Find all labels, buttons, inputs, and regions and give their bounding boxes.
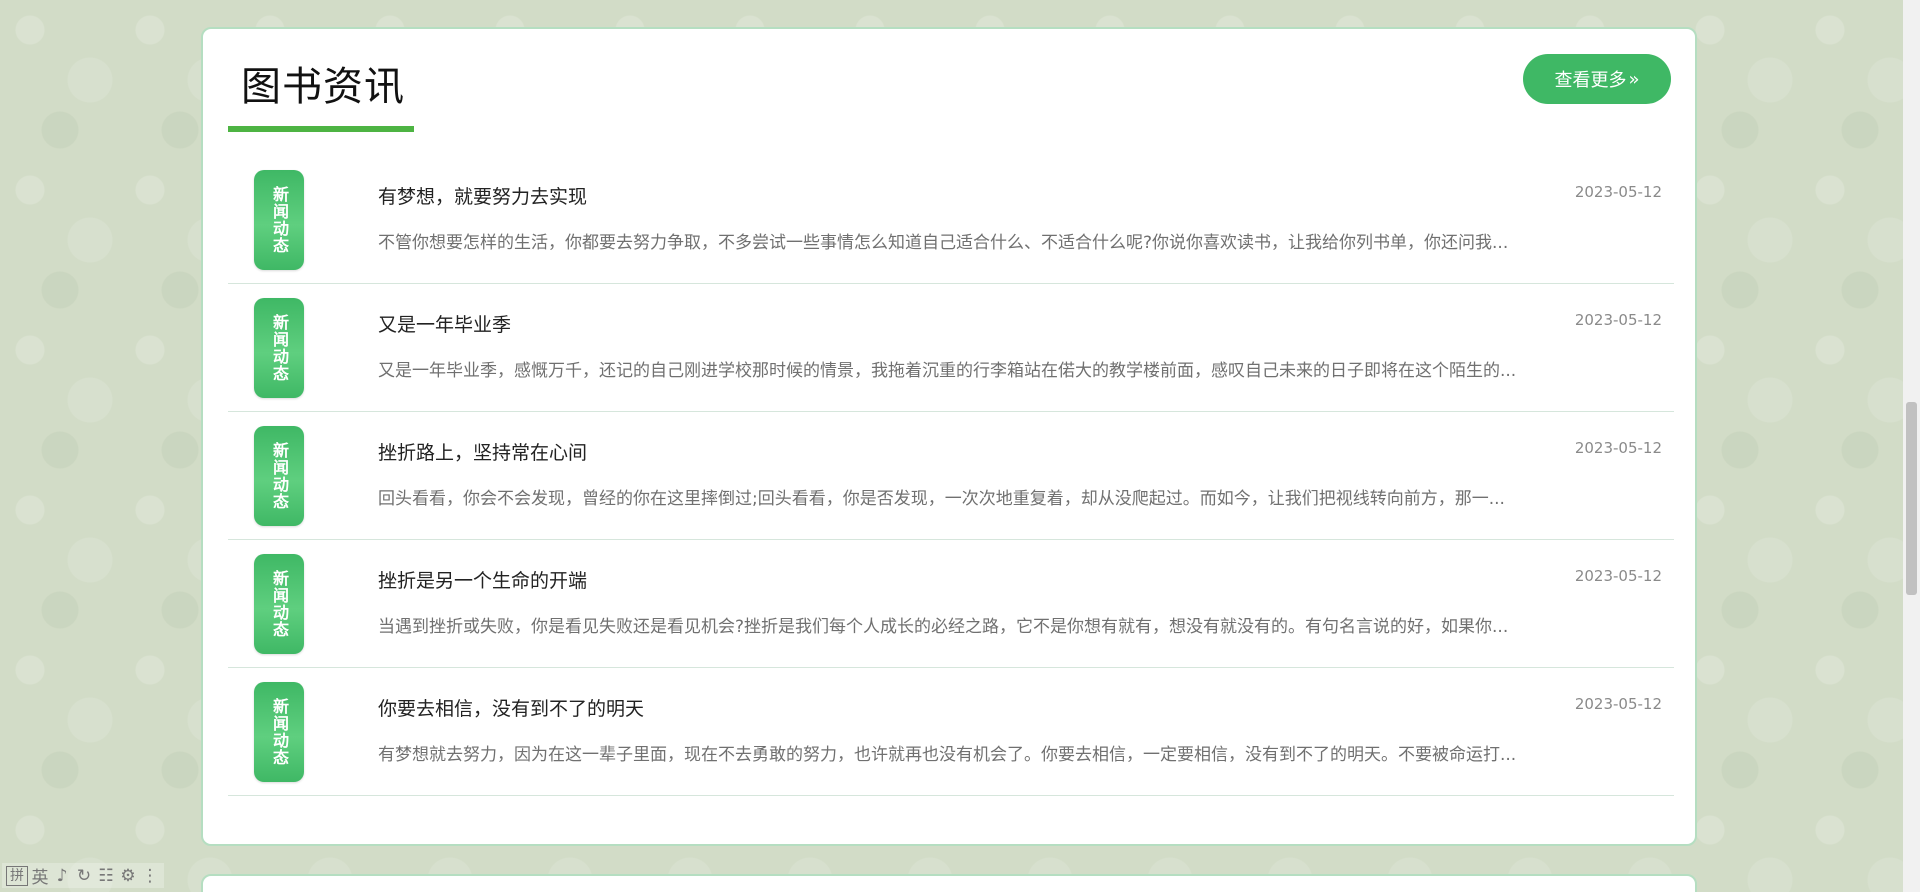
ime-keyboard-icon[interactable]: ☷ <box>96 866 116 886</box>
news-list: 新闻动态 有梦想，就要努力去实现 2023-05-12 不管你想要怎样的生活，你… <box>228 156 1674 796</box>
news-title[interactable]: 有梦想，就要努力去实现 <box>378 182 587 209</box>
view-more-button[interactable]: 查看更多 » <box>1523 54 1671 104</box>
news-category-badge: 新闻动态 <box>254 682 304 782</box>
news-item[interactable]: 新闻动态 挫折是另一个生命的开端 2023-05-12 当遇到挫折或失败，你是看… <box>228 540 1674 668</box>
news-title[interactable]: 挫折路上，坚持常在心间 <box>378 438 587 465</box>
ime-more-icon[interactable]: ⋮ <box>140 866 160 886</box>
news-item[interactable]: 新闻动态 有梦想，就要努力去实现 2023-05-12 不管你想要怎样的生活，你… <box>228 156 1674 284</box>
ime-refresh-icon[interactable]: ↻ <box>74 866 94 886</box>
news-panel: 图书资讯 查看更多 » 新闻动态 有梦想，就要努力去实现 2023-05-12 … <box>201 27 1697 846</box>
ime-toolbar[interactable]: 拼 英 ♪ ↻ ☷ ⚙ ⋮ <box>2 863 164 888</box>
news-item[interactable]: 新闻动态 挫折路上，坚持常在心间 2023-05-12 回头看看，你会不会发现，… <box>228 412 1674 540</box>
news-date: 2023-05-12 <box>1574 311 1662 329</box>
news-title[interactable]: 又是一年毕业季 <box>378 310 511 337</box>
news-date: 2023-05-12 <box>1574 567 1662 585</box>
news-date: 2023-05-12 <box>1574 183 1662 201</box>
news-category-badge: 新闻动态 <box>254 554 304 654</box>
page-scrollbar[interactable] <box>1903 0 1920 892</box>
ime-voice-icon[interactable]: ♪ <box>52 866 72 886</box>
news-summary: 有梦想就去努力，因为在这一辈子里面，现在不去勇敢的努力，也许就再也没有机会了。你… <box>378 745 1517 765</box>
news-category-badge: 新闻动态 <box>254 298 304 398</box>
news-item[interactable]: 新闻动态 你要去相信，没有到不了的明天 2023-05-12 有梦想就去努力，因… <box>228 668 1674 796</box>
news-category-badge: 新闻动态 <box>254 170 304 270</box>
double-chevron-right-icon: » <box>1628 68 1640 90</box>
news-summary: 当遇到挫折或失败，你是看见失败还是看见机会?挫折是我们每个人成长的必经之路，它不… <box>378 617 1509 637</box>
ime-language-toggle-icon[interactable]: 英 <box>30 863 50 888</box>
ime-pinyin-mode-button[interactable]: 拼 <box>6 865 28 886</box>
next-section-panel <box>201 874 1697 892</box>
title-underline <box>228 126 414 132</box>
news-summary: 又是一年毕业季，感慨万千，还记的自己刚进学校那时候的情景，我拖着沉重的行李箱站在… <box>378 361 1517 381</box>
news-date: 2023-05-12 <box>1574 439 1662 457</box>
news-item[interactable]: 新闻动态 又是一年毕业季 2023-05-12 又是一年毕业季，感慨万千，还记的… <box>228 284 1674 412</box>
news-summary: 回头看看，你会不会发现，曾经的你在这里摔倒过;回头看看，你是否发现，一次次地重复… <box>378 489 1505 509</box>
section-title: 图书资讯 <box>241 64 405 110</box>
news-date: 2023-05-12 <box>1574 695 1662 713</box>
news-category-badge: 新闻动态 <box>254 426 304 526</box>
news-title[interactable]: 挫折是另一个生命的开端 <box>378 566 587 593</box>
ime-settings-icon[interactable]: ⚙ <box>118 866 138 886</box>
news-title[interactable]: 你要去相信，没有到不了的明天 <box>378 694 644 721</box>
view-more-label: 查看更多 <box>1554 70 1627 91</box>
news-summary: 不管你想要怎样的生活，你都要去努力争取，不多尝试一些事情怎么知道自己适合什么、不… <box>378 233 1509 253</box>
scrollbar-thumb[interactable] <box>1906 402 1917 595</box>
